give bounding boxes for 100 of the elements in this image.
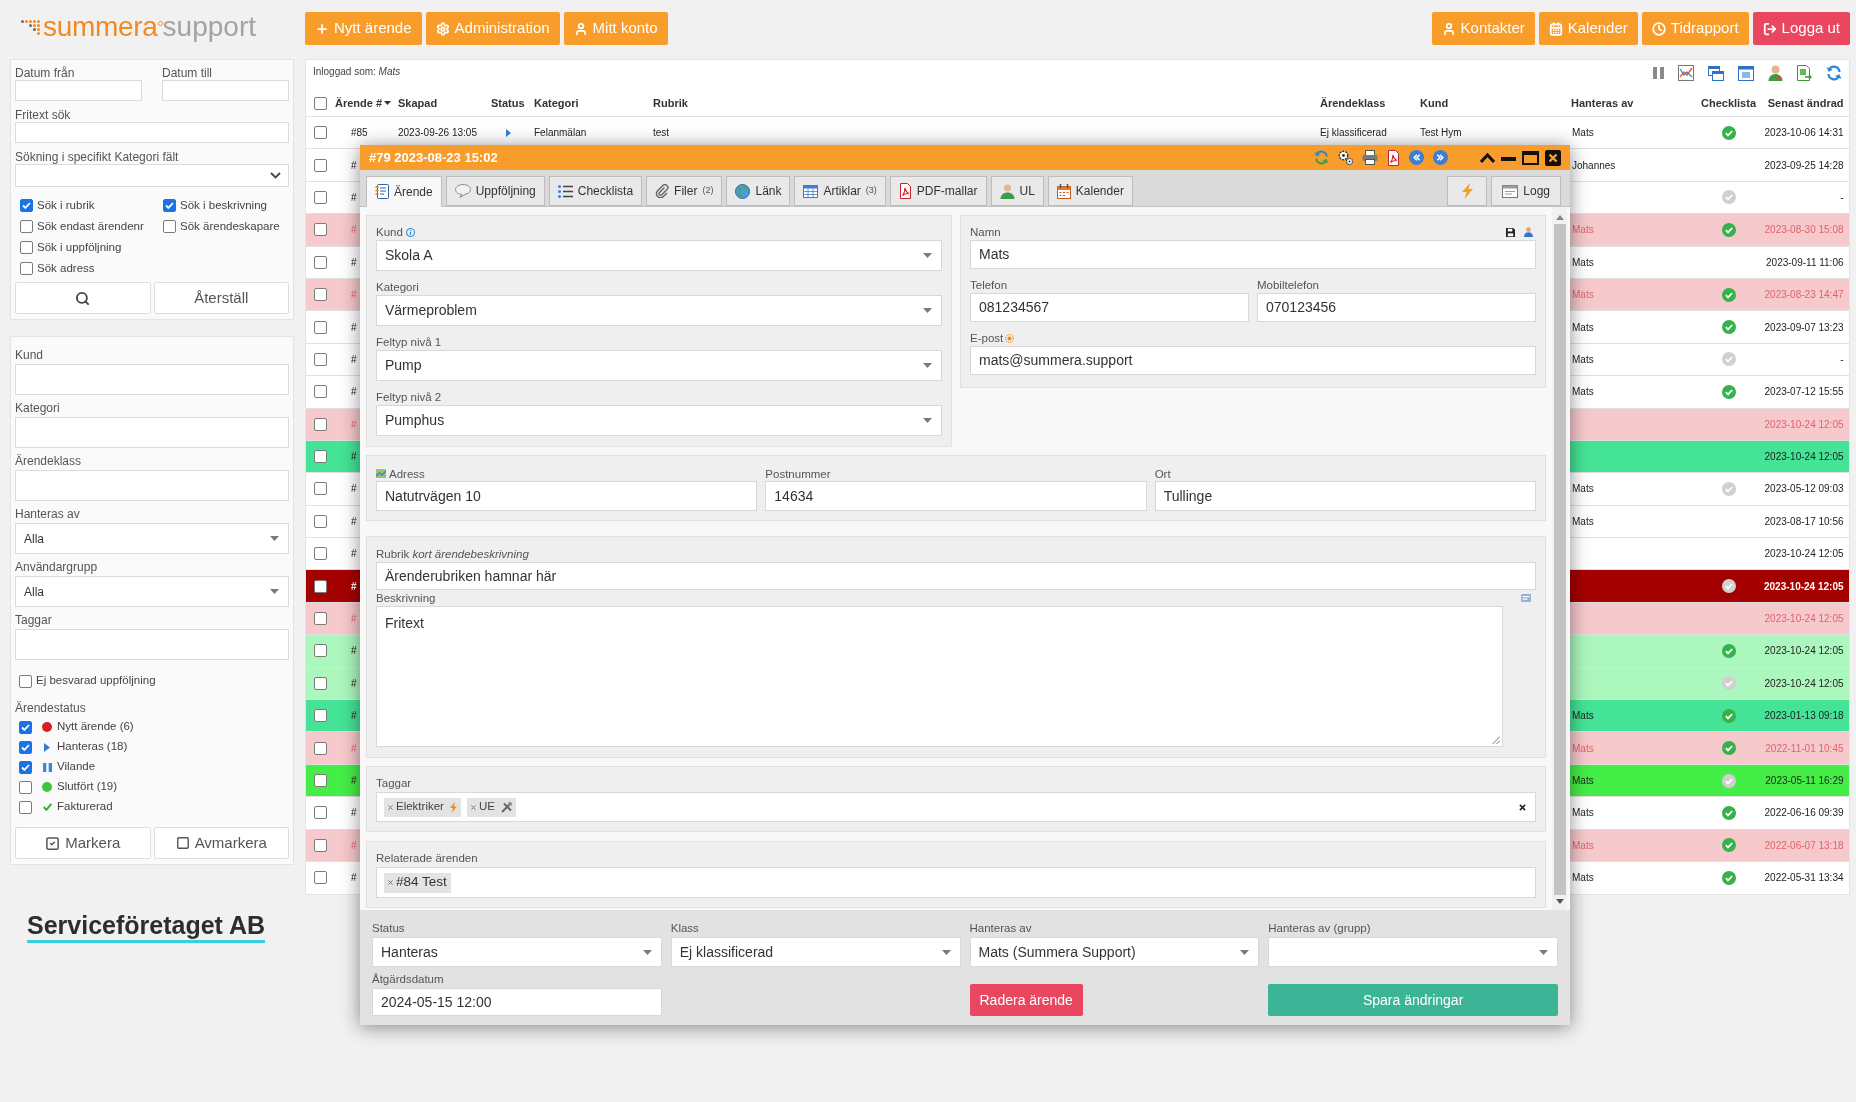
case-chip[interactable]: #84 Test [384,872,451,893]
input-field[interactable] [15,417,289,448]
checkbox[interactable] [314,320,327,334]
resize-handle-icon[interactable] [1492,736,1500,744]
close-icon[interactable] [1545,149,1561,166]
remove-icon[interactable] [388,804,393,810]
checkbox[interactable] [314,676,327,690]
column-header[interactable]: Senast ändrad [1767,94,1844,112]
input-field[interactable] [15,629,289,660]
description-field[interactable]: Fritext [376,606,1503,747]
column-header[interactable]: Kategori [534,94,579,112]
checkbox[interactable] [314,482,327,496]
checkbox[interactable] [20,262,33,275]
checkbox[interactable] [20,220,33,233]
delete-button[interactable]: Radera ärende [969,984,1083,1016]
select-field[interactable]: Mats (Summera Support) [969,937,1260,967]
column-header[interactable]: Rubrik [653,94,688,112]
next-icon[interactable] [1433,150,1448,165]
previous-icon[interactable] [1409,150,1424,165]
pause-icon[interactable] [1652,67,1664,79]
window-icon[interactable] [1737,65,1754,81]
checkbox[interactable] [20,199,33,212]
input-field[interactable] [15,364,289,395]
select-field[interactable]: Pump [376,350,942,381]
refresh-icon[interactable] [1825,65,1842,81]
checkbox[interactable] [314,644,327,658]
checkbox[interactable] [314,417,327,431]
save-icon[interactable] [1506,227,1515,237]
select-field[interactable]: Alla [15,576,289,607]
checkbox[interactable] [163,199,176,212]
remove-icon[interactable] [388,880,393,885]
tag-chip[interactable]: Elektriker [384,797,461,817]
input-field[interactable]: Tullinge [1154,481,1536,511]
checkbox[interactable] [314,126,327,140]
editor-icon[interactable] [1521,594,1531,602]
input-field[interactable]: Ärenderubriken hamnar här [376,562,1536,590]
print-icon[interactable] [1362,150,1378,165]
checkbox[interactable] [314,579,327,593]
sort-caret-icon[interactable] [384,101,392,105]
input-field[interactable] [162,80,289,101]
minimize-icon[interactable] [1501,156,1516,161]
input-field[interactable] [15,470,289,501]
windows-icon[interactable] [1707,65,1724,81]
case-link[interactable]: #84 Test [396,872,447,893]
input-field[interactable]: 081234567 [970,293,1249,322]
tab[interactable]: Filer (2) [646,176,723,206]
remove-icon[interactable] [470,804,476,810]
checkbox[interactable] [314,612,327,626]
column-header[interactable]: Ärende # [335,94,383,112]
collapse-icon[interactable] [1480,152,1495,163]
reset-button[interactable]: Återställ [153,282,289,314]
tab[interactable]: PDF-mallar [889,176,987,206]
tab[interactable]: Logg [1491,176,1561,206]
select-field[interactable] [1268,937,1558,967]
checkbox[interactable] [314,547,327,561]
input-field[interactable]: 2024-05-15 12:00 [372,988,662,1016]
tab[interactable]: Artiklar (3) [794,176,886,206]
checkbox[interactable] [314,709,327,723]
checkbox[interactable] [19,674,32,688]
checkbox[interactable] [314,774,327,787]
user-icon[interactable] [1767,65,1783,81]
checkbox[interactable] [314,288,327,302]
checkbox[interactable] [314,96,327,110]
checkbox[interactable] [314,352,327,366]
checkbox[interactable] [20,241,33,254]
tab[interactable]: UL [990,176,1044,206]
checkbox[interactable] [314,255,327,269]
maximize-icon[interactable] [1522,150,1539,165]
select-field[interactable]: Pumphus [376,405,942,436]
input-field[interactable]: Natutrvägen 10 [376,481,758,511]
chart-icon[interactable] [1677,65,1694,81]
tab[interactable]: Uppföljning [445,176,545,206]
tag-chip[interactable]: UE [466,797,516,817]
checkbox[interactable] [314,514,327,528]
input-field[interactable] [15,122,289,143]
checkbox[interactable] [314,223,327,237]
select-field[interactable]: Värmeproblem [376,295,942,326]
checkbox[interactable] [19,760,32,774]
select-field[interactable]: Alla [15,523,289,554]
gears-icon[interactable] [1338,150,1353,165]
select-field[interactable]: Skola A [376,240,942,271]
tags-field[interactable]: Elektriker UE [376,792,1536,822]
tab[interactable]: Kalender [1047,176,1133,206]
checkbox[interactable] [314,838,327,852]
column-header[interactable]: Ärendeklass [1320,94,1386,112]
deselect-all-button[interactable]: Avmarkera [153,827,289,859]
input-field[interactable]: 14634 [765,481,1147,511]
tab[interactable]: Länk [726,176,791,206]
user-icon[interactable] [1524,227,1533,237]
checkbox[interactable] [19,720,32,734]
select-field[interactable]: Ej klassificerad [670,937,961,967]
checkbox[interactable] [19,740,32,754]
checkbox[interactable] [314,741,327,755]
input-field[interactable]: 070123456 [1257,293,1536,322]
checkbox[interactable] [314,190,327,204]
related-cases-field[interactable]: #84 Test [376,867,1536,898]
tab[interactable]: Checklista [548,176,643,206]
column-header[interactable]: Status [491,94,525,112]
logout-button[interactable]: Logga ut [1752,12,1850,45]
scrollbar[interactable] [1552,207,1567,910]
